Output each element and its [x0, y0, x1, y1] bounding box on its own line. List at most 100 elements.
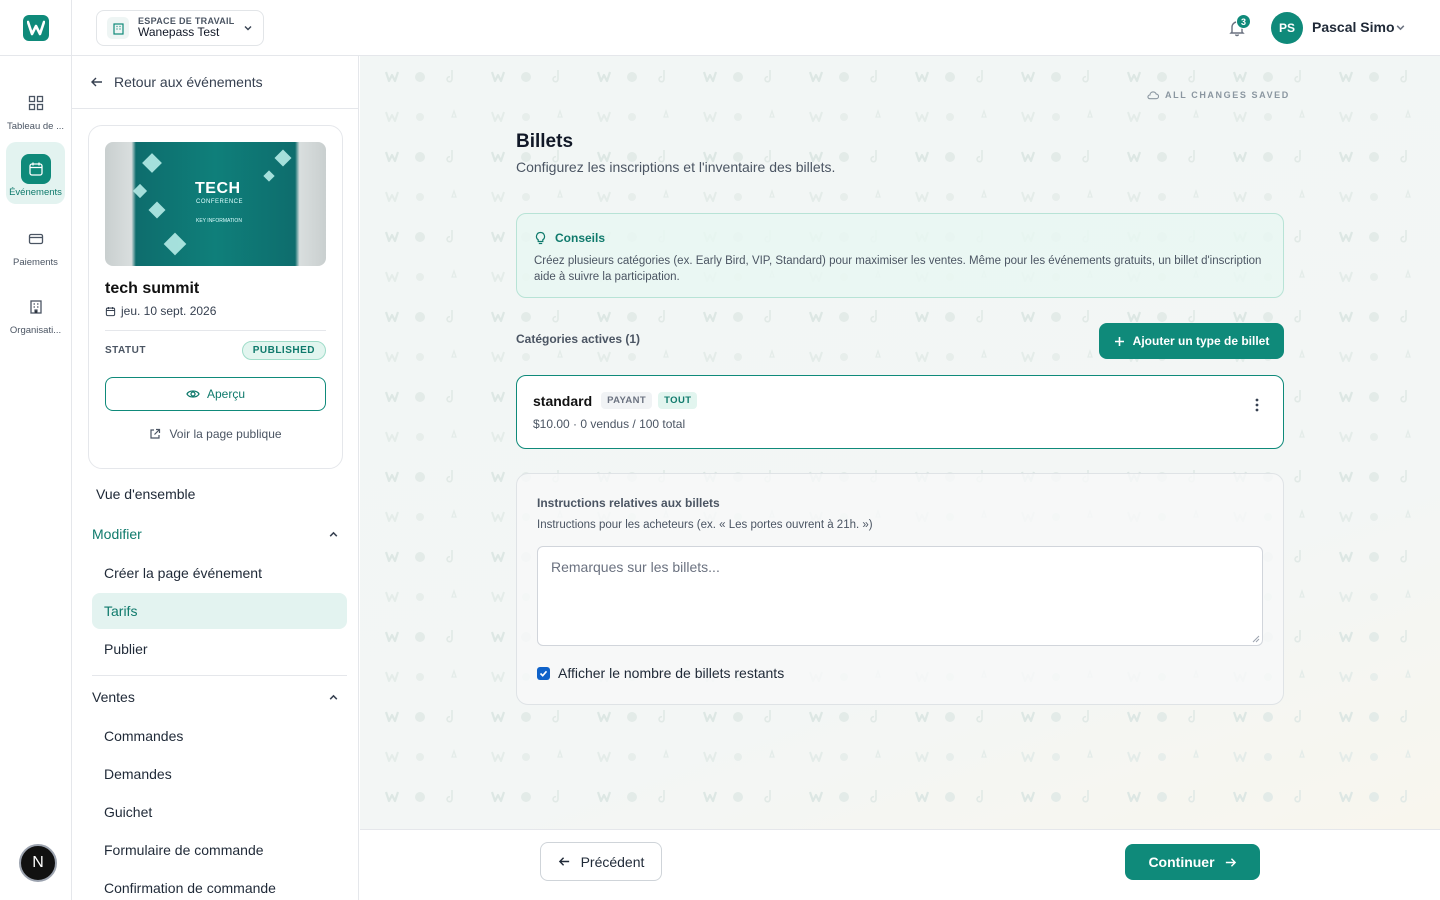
continue-label: Continuer	[1148, 854, 1215, 870]
nav-section-modify[interactable]: Modifier	[92, 526, 347, 542]
nav-item-publish[interactable]: Publier	[92, 631, 347, 667]
status-label: STATUT	[105, 345, 146, 356]
lightbulb-icon	[535, 231, 546, 245]
show-remaining-checkbox[interactable]	[537, 666, 550, 680]
page-subtitle: Configurez les inscriptions et l'inventa…	[516, 159, 836, 175]
ticket-notes-textarea[interactable]: Remarques sur les billets...	[537, 546, 1263, 646]
grid-icon	[21, 88, 51, 118]
public-page-link[interactable]: Voir la page publique	[105, 427, 326, 441]
arrow-left-icon	[91, 77, 102, 87]
nav-item-orders[interactable]: Commandes	[92, 718, 347, 754]
back-to-events-link[interactable]: Retour aux événements	[72, 56, 358, 109]
nav-item-box-office[interactable]: Guichet	[92, 794, 347, 830]
workspace-name: Wanepass Test	[138, 25, 220, 40]
arrow-right-icon	[1225, 857, 1236, 867]
chevron-up-icon	[329, 531, 338, 537]
user-name[interactable]: Pascal Simo	[1312, 19, 1395, 35]
preview-label: Aperçu	[206, 387, 246, 401]
resize-handle-icon[interactable]	[1251, 634, 1260, 643]
ticket-meta: $10.00 · 0 vendus / 100 total	[533, 417, 686, 431]
chevron-down-icon	[244, 26, 252, 31]
workspace-switcher[interactable]: ESPACE DE TRAVAIL Wanepass Test	[96, 10, 264, 46]
rail-item-events[interactable]: Événements	[6, 142, 65, 204]
rail-item-dashboard[interactable]: Tableau de ...	[6, 76, 65, 138]
show-remaining-row[interactable]: Afficher le nombre de billets restants	[537, 665, 1263, 681]
back-label: Retour aux événements	[114, 74, 263, 90]
paid-tag: PAYANT	[601, 392, 653, 409]
audience-tag: TOUT	[658, 392, 698, 409]
notification-count-badge: 3	[1236, 14, 1251, 29]
divider	[92, 675, 347, 676]
nav-section-label: Modifier	[92, 526, 142, 542]
cloud-icon	[1147, 91, 1159, 100]
rail-label: Paiements	[13, 257, 58, 268]
plus-icon	[1114, 336, 1124, 346]
building-icon	[107, 17, 129, 39]
ticket-name: standard	[533, 392, 593, 409]
event-title: tech summit	[105, 280, 200, 297]
nav-overview[interactable]: Vue d'ensemble	[96, 486, 195, 502]
add-ticket-type-button[interactable]: Ajouter un type de billet	[1099, 323, 1284, 359]
cover-caption: KEY INFORMATION	[196, 218, 242, 224]
save-status-text: ALL CHANGES SAVED	[1165, 90, 1290, 100]
rail-item-organisation[interactable]: Organisati...	[6, 280, 65, 342]
bottom-action-bar: Précédent Continuer	[360, 829, 1440, 900]
add-ticket-label: Ajouter un type de billet	[1132, 334, 1270, 348]
wanepass-logo-icon[interactable]	[23, 15, 49, 41]
card-icon	[21, 224, 51, 254]
nav-item-order-confirmation[interactable]: Confirmation de commande	[92, 870, 347, 900]
status-row: STATUT PUBLISHED	[105, 341, 326, 360]
save-status: ALL CHANGES SAVED	[1146, 90, 1290, 100]
eye-icon	[186, 390, 200, 398]
instructions-title: Instructions relatives aux billets	[537, 496, 720, 510]
nav-section-label: Ventes	[92, 689, 135, 705]
event-date-text: jeu. 10 sept. 2026	[121, 304, 217, 318]
icon-rail: Tableau de ... Événements Paiements Orga…	[0, 56, 71, 900]
external-link-icon	[150, 428, 161, 439]
main-content: ALL CHANGES SAVED Billets Configurez les…	[360, 56, 1440, 829]
event-card: TECH CONFERENCE KEY INFORMATION tech sum…	[88, 125, 343, 469]
rail-label: Tableau de ...	[6, 121, 65, 132]
nav-item-pricing[interactable]: Tarifs	[92, 593, 347, 629]
public-page-label: Voir la page publique	[169, 427, 282, 441]
continue-button[interactable]: Continuer	[1125, 844, 1260, 880]
calendar-icon	[105, 306, 116, 316]
tips-header: Conseils	[534, 231, 1266, 245]
chevron-down-icon[interactable]	[1395, 22, 1406, 33]
page-title: Billets	[516, 131, 574, 152]
show-remaining-label: Afficher le nombre de billets restants	[558, 665, 785, 681]
previous-button[interactable]: Précédent	[540, 842, 662, 881]
more-options-icon[interactable]	[1255, 398, 1259, 412]
rail-item-payments[interactable]: Paiements	[6, 212, 65, 274]
tips-text: Créez plusieurs catégories (ex. Early Bi…	[534, 255, 1262, 283]
nav-item-requests[interactable]: Demandes	[92, 756, 347, 792]
calendar-icon	[20, 154, 51, 184]
arrow-left-icon	[558, 857, 569, 866]
tips-box: Conseils Créez plusieurs catégories (ex.…	[516, 213, 1284, 298]
ticket-instructions-panel: Instructions relatives aux billets Instr…	[516, 473, 1284, 705]
preview-button[interactable]: Aperçu	[105, 377, 326, 411]
event-sidebar: Retour aux événements TECH CONFERENCE KE…	[72, 56, 359, 900]
nav-item-create-page[interactable]: Créer la page événement	[92, 555, 347, 591]
ticket-card[interactable]: standard PAYANT TOUT $10.00 · 0 vendus /…	[516, 375, 1284, 449]
rail-label: Événements	[9, 187, 62, 198]
rail-divider	[71, 0, 72, 900]
instructions-help: Instructions pour les acheteurs (ex. « L…	[537, 519, 873, 531]
avatar[interactable]: PS	[1271, 12, 1303, 44]
nav-section-sales[interactable]: Ventes	[92, 689, 347, 705]
status-badge: PUBLISHED	[241, 341, 326, 360]
rail-label: Organisati...	[9, 325, 62, 336]
divider	[105, 330, 326, 331]
dev-tools-badge[interactable]: N	[19, 844, 57, 882]
chevron-up-icon	[329, 694, 338, 700]
event-date: jeu. 10 sept. 2026	[105, 304, 326, 318]
textarea-placeholder: Remarques sur les billets...	[551, 559, 720, 575]
cover-title: TECH	[195, 180, 241, 197]
tips-title: Conseils	[555, 231, 606, 245]
check-icon	[539, 670, 548, 677]
building-icon	[21, 292, 51, 322]
active-categories-label: Catégories actives (1)	[516, 332, 641, 346]
event-cover-image: TECH CONFERENCE KEY INFORMATION	[105, 142, 326, 266]
nav-item-order-form[interactable]: Formulaire de commande	[92, 832, 347, 868]
top-bar: ESPACE DE TRAVAIL Wanepass Test 3 PS Pas…	[0, 0, 1440, 56]
